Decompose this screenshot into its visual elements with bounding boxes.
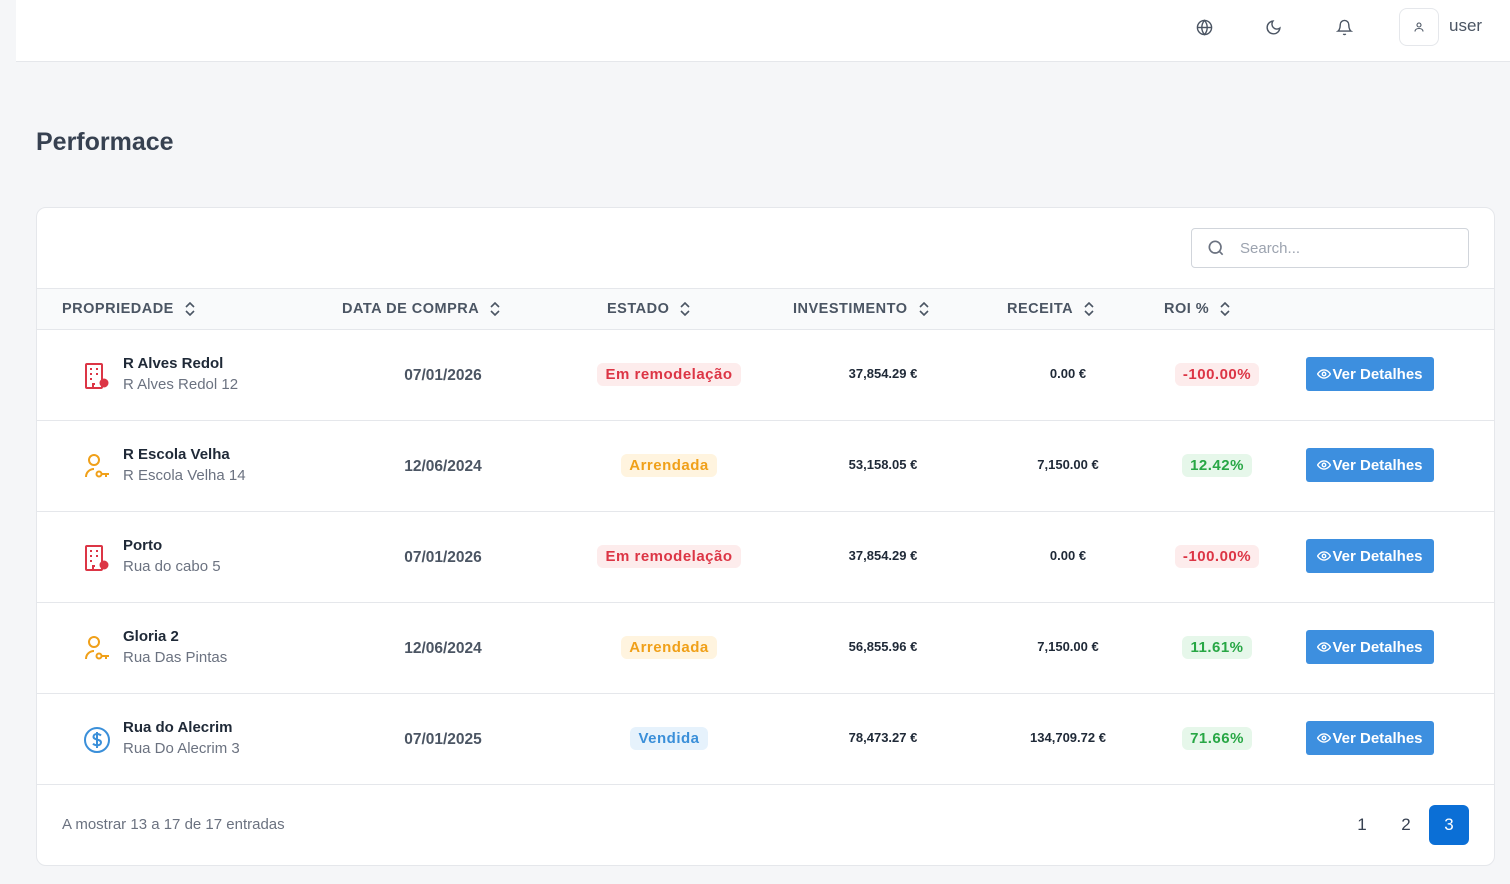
status-badge: Vendida: [630, 727, 708, 750]
button-label: Ver Detalhes: [1332, 456, 1423, 474]
top-bar: user: [16, 0, 1510, 62]
page-button-1[interactable]: 1: [1342, 805, 1382, 845]
column-header-data-de-compra[interactable]: DATA DE COMPRA: [342, 301, 501, 317]
property-name: R Escola Velha: [123, 446, 230, 463]
button-label: Ver Detalhes: [1332, 547, 1423, 565]
page-button-3[interactable]: 3: [1429, 805, 1469, 845]
eye-icon: [1317, 369, 1332, 379]
property-address: Rua do cabo 5: [123, 558, 221, 575]
status-badge: Arrendada: [621, 454, 717, 477]
sort-icon: [679, 302, 691, 316]
sort-icon: [184, 302, 196, 316]
eye-icon: [1317, 460, 1332, 470]
column-label: PROPRIEDADE: [62, 301, 174, 317]
column-header-estado[interactable]: ESTADO: [607, 301, 691, 317]
investment-value: 37,854.29 €: [848, 366, 918, 381]
button-label: Ver Detalhes: [1332, 365, 1423, 383]
investment-value: 53,158.05 €: [848, 457, 918, 472]
column-header-receita[interactable]: RECEITA: [1007, 301, 1095, 317]
eye-icon: [1317, 642, 1332, 652]
sort-icon: [1083, 302, 1095, 316]
column-label: DATA DE COMPRA: [342, 301, 480, 317]
view-details-button[interactable]: Ver Detalhes: [1306, 630, 1434, 664]
purchase-date: 07/01/2026: [404, 549, 482, 566]
investment-value: 37,854.29 €: [848, 548, 918, 563]
globe-icon[interactable]: [1192, 15, 1216, 39]
button-label: Ver Detalhes: [1332, 729, 1423, 747]
column-header-investimento[interactable]: INVESTIMENTO: [793, 301, 930, 317]
roi-badge: -100.00%: [1174, 545, 1260, 568]
property-name: Rua do Alecrim: [123, 719, 233, 736]
column-header-roi[interactable]: ROI %: [1164, 301, 1231, 317]
moon-icon[interactable]: [1261, 15, 1285, 39]
status-badge: Em remodelação: [597, 363, 741, 386]
view-details-button[interactable]: Ver Detalhes: [1306, 721, 1434, 755]
property-address: R Alves Redol 12: [123, 376, 239, 393]
table-row: Gloria 2 Rua Das Pintas 12/06/2024 Arren…: [37, 603, 1494, 694]
view-details-button[interactable]: Ver Detalhes: [1306, 448, 1434, 482]
column-header-propriedade[interactable]: PROPRIEDADE: [62, 301, 196, 317]
search-input[interactable]: [1240, 239, 1440, 257]
page-button-2[interactable]: 2: [1386, 805, 1426, 845]
page-title: Performace: [36, 128, 174, 156]
property-address: R Escola Velha 14: [123, 467, 246, 484]
property-name: Porto: [123, 537, 163, 554]
eye-icon: [1317, 551, 1332, 561]
investment-value: 78,473.27 €: [848, 730, 918, 745]
user-key-icon: [83, 452, 111, 482]
eye-icon: [1317, 733, 1332, 743]
column-label: INVESTIMENTO: [793, 301, 908, 317]
column-label: RECEITA: [1007, 301, 1074, 317]
status-badge: Em remodelação: [597, 545, 741, 568]
table-row: R Alves Redol R Alves Redol 12 07/01/202…: [37, 330, 1494, 421]
sort-icon: [1219, 302, 1231, 316]
button-label: Ver Detalhes: [1332, 638, 1423, 656]
column-label: ESTADO: [607, 301, 670, 317]
table-row: Porto Rua do cabo 5 07/01/2026 Em remode…: [37, 512, 1494, 603]
purchase-date: 12/06/2024: [404, 458, 482, 475]
roi-badge: 11.61%: [1182, 636, 1252, 659]
sort-icon: [918, 302, 930, 316]
building-gear-icon: [83, 361, 111, 391]
roi-badge: 12.42%: [1182, 454, 1252, 477]
view-details-button[interactable]: Ver Detalhes: [1306, 539, 1434, 573]
building-gear-icon: [83, 543, 111, 573]
roi-badge: 71.66%: [1182, 727, 1252, 750]
bell-icon[interactable]: [1332, 15, 1356, 39]
user-icon: [1414, 22, 1424, 32]
search-box[interactable]: [1191, 228, 1469, 268]
table-row: R Escola Velha R Escola Velha 14 12/06/2…: [37, 421, 1494, 512]
user-key-icon: [83, 634, 111, 664]
username[interactable]: user: [1449, 16, 1482, 36]
roi-badge: -100.00%: [1174, 363, 1260, 386]
purchase-date: 07/01/2025: [404, 731, 482, 748]
column-label: ROI %: [1164, 301, 1210, 317]
property-name: Gloria 2: [123, 628, 179, 645]
property-address: Rua Das Pintas: [123, 649, 228, 666]
status-badge: Arrendada: [621, 636, 717, 659]
view-details-button[interactable]: Ver Detalhes: [1306, 357, 1434, 391]
property-address: Rua Do Alecrim 3: [123, 740, 240, 757]
performance-card: PROPRIEDADE DATA DE COMPRA ESTADO INVEST…: [36, 207, 1495, 866]
purchase-date: 12/06/2024: [404, 640, 482, 657]
sort-icon: [489, 302, 501, 316]
purchase-date: 07/01/2026: [404, 367, 482, 384]
table-row: Rua do Alecrim Rua Do Alecrim 3 07/01/20…: [37, 694, 1494, 785]
table-header: PROPRIEDADE DATA DE COMPRA ESTADO INVEST…: [37, 288, 1494, 330]
investment-value: 56,855.96 €: [848, 639, 918, 654]
avatar[interactable]: [1399, 8, 1439, 46]
dollar-circle-icon: [83, 725, 111, 755]
property-name: R Alves Redol: [123, 355, 224, 372]
search-icon: [1208, 240, 1224, 256]
pagination-summary: A mostrar 13 a 17 de 17 entradas: [62, 816, 285, 833]
